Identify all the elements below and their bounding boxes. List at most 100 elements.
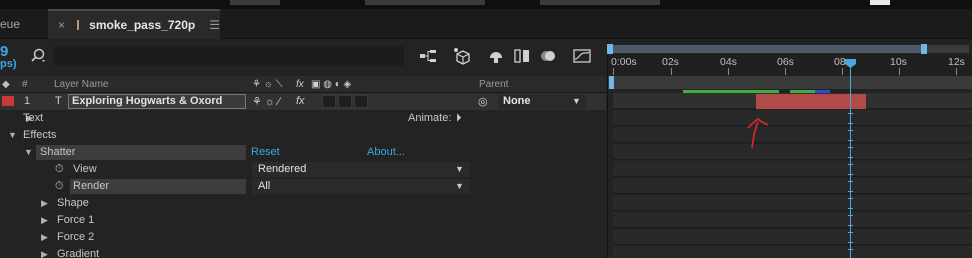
current-time-indicator-head[interactable] <box>845 59 856 68</box>
stopwatch-icon[interactable]: ⏱ <box>55 163 64 176</box>
column-fx: fx <box>296 79 304 90</box>
property-row-gradient[interactable]: ▶ Gradient <box>0 246 606 258</box>
shy-switch-icon[interactable]: ⚘ ☼ ⁄ <box>252 95 280 108</box>
view-value: Rendered <box>258 163 307 175</box>
effect-row-shatter[interactable]: ▼ Shatter Reset About... <box>0 144 606 161</box>
about-link[interactable]: About... <box>367 146 405 158</box>
layer-name[interactable]: Exploring Hogwarts & Oxord <box>72 95 222 107</box>
property-label: View <box>73 163 97 175</box>
property-row-force1[interactable]: ▶ Force 1 <box>0 212 606 229</box>
timeline-property-track <box>613 161 972 177</box>
property-row-shape[interactable]: ▶ Shape <box>0 195 606 212</box>
cti-marker <box>848 113 853 124</box>
cti-marker <box>848 232 853 243</box>
stopwatch-icon[interactable]: ⏱ <box>55 180 64 193</box>
property-row-effects[interactable]: ▼ Effects <box>0 127 606 144</box>
frame-blending-icon[interactable] <box>512 46 532 66</box>
cti-marker <box>848 181 853 192</box>
tab-composition[interactable]: × smoke_pass_720p ☰ <box>48 9 220 39</box>
ruler-tick-label: 0:00s <box>611 56 637 68</box>
timeline-property-track <box>613 144 972 160</box>
layer-column-header: ◆ # Layer Name ⚘ ☼ ⟍ fx ▣ ◍ ◐ ◈ Parent <box>0 76 606 93</box>
column-parent[interactable]: Parent <box>479 79 508 90</box>
composition-flowchart-icon[interactable] <box>418 46 438 66</box>
graph-editor-icon[interactable] <box>572 46 592 66</box>
property-label-text: Text <box>23 112 44 124</box>
property-row-view[interactable]: ⏱ View Rendered ▼ <box>0 161 606 178</box>
chevron-down-icon[interactable]: ▼ <box>572 96 581 106</box>
collapse-triangle-icon[interactable]: ▼ <box>24 147 33 157</box>
navigator-start-handle[interactable] <box>607 44 613 54</box>
close-icon[interactable]: × <box>58 18 65 32</box>
timeline-property-track <box>613 178 972 194</box>
cti-marker <box>848 198 853 209</box>
cti-marker <box>848 215 853 226</box>
animate-label: Animate: <box>408 112 452 124</box>
cti-marker <box>848 249 853 258</box>
ruler-tick <box>842 68 843 75</box>
panel-menu-icon[interactable]: ☰ <box>209 18 220 32</box>
layer-index: 1 <box>24 95 31 107</box>
layer-color-label[interactable] <box>2 96 14 106</box>
switches-icons: ⚘ ☼ ⟍ <box>252 79 283 90</box>
work-area-bar[interactable] <box>608 76 972 89</box>
tab-previous[interactable]: eue <box>0 9 48 39</box>
time-navigator[interactable] <box>609 45 927 53</box>
text-layer-icon: T <box>55 95 62 107</box>
layer-row[interactable]: 1 T Exploring Hogwarts & Oxord ⚘ ☼ ⁄ fx … <box>0 93 606 110</box>
ruler-tick-label: 06s <box>777 56 794 68</box>
top-panel-strip <box>0 0 972 9</box>
ruler-tick <box>671 68 672 75</box>
ruler-tick-label: 10s <box>890 56 907 68</box>
reset-link[interactable]: Reset <box>251 146 280 158</box>
property-label: Render <box>73 180 110 192</box>
chevron-down-icon[interactable]: ▼ <box>455 164 464 174</box>
ruler-tick-label: 12s <box>948 56 965 68</box>
chevron-down-icon[interactable]: ▼ <box>455 181 464 191</box>
expand-triangle-icon[interactable]: ▶ <box>41 215 48 226</box>
search-input[interactable] <box>54 46 404 66</box>
cti-marker <box>848 130 853 141</box>
render-value: All <box>258 180 271 192</box>
property-label: Force 2 <box>57 231 95 243</box>
collapse-triangle-icon[interactable]: ▼ <box>8 130 17 140</box>
property-row-text[interactable]: ▶ Text Animate: ⏵ <box>0 110 606 127</box>
property-row-force2[interactable]: ▶ Force 2 <box>0 229 606 246</box>
timeline-property-track <box>613 110 972 126</box>
ruler-tick <box>899 68 900 75</box>
property-row-render[interactable]: ⏱ Render All ▼ <box>0 178 606 195</box>
tab-label: eue <box>0 17 21 31</box>
label-icon: ◆ <box>2 79 10 90</box>
pickwhip-icon[interactable]: ◎ <box>478 95 488 108</box>
expand-triangle-icon[interactable]: ▶ <box>41 198 48 209</box>
timeline-property-track <box>613 229 972 245</box>
annotation-arrow <box>747 117 769 149</box>
timeline-property-track <box>613 127 972 143</box>
expand-triangle-icon[interactable]: ▶ <box>41 232 48 243</box>
draft-3d-icon[interactable] <box>452 46 472 66</box>
current-time-indicator-line <box>850 63 851 258</box>
cti-marker <box>848 164 853 175</box>
navigator-end-handle[interactable] <box>921 44 927 54</box>
switch-box[interactable] <box>322 95 336 108</box>
fx-switch[interactable]: fx <box>296 95 305 107</box>
switches-icons-2: ▣ ◍ ◐ ◈ <box>311 79 352 90</box>
effect-name[interactable]: Shatter <box>40 146 75 158</box>
ruler-tick <box>956 68 957 75</box>
motion-blur-icon[interactable] <box>538 46 558 66</box>
expand-triangle-icon[interactable]: ▶ <box>41 249 48 258</box>
render-dropdown[interactable] <box>252 179 470 194</box>
search-icon[interactable] <box>28 46 48 66</box>
strip-segment <box>870 0 890 5</box>
ruler-tick <box>613 68 614 75</box>
work-area-start-handle[interactable] <box>609 76 614 89</box>
ruler-tick-label: 04s <box>720 56 737 68</box>
switch-box[interactable] <box>338 95 352 108</box>
property-label: Force 1 <box>57 214 95 226</box>
column-layer-name[interactable]: Layer Name <box>54 79 108 90</box>
shy-layers-icon[interactable] <box>486 46 506 66</box>
switch-box[interactable] <box>354 95 368 108</box>
strip-segment <box>540 0 660 5</box>
animate-play-icon[interactable]: ⏵ <box>456 112 462 125</box>
tab-bar: eue × smoke_pass_720p ☰ <box>0 9 972 39</box>
